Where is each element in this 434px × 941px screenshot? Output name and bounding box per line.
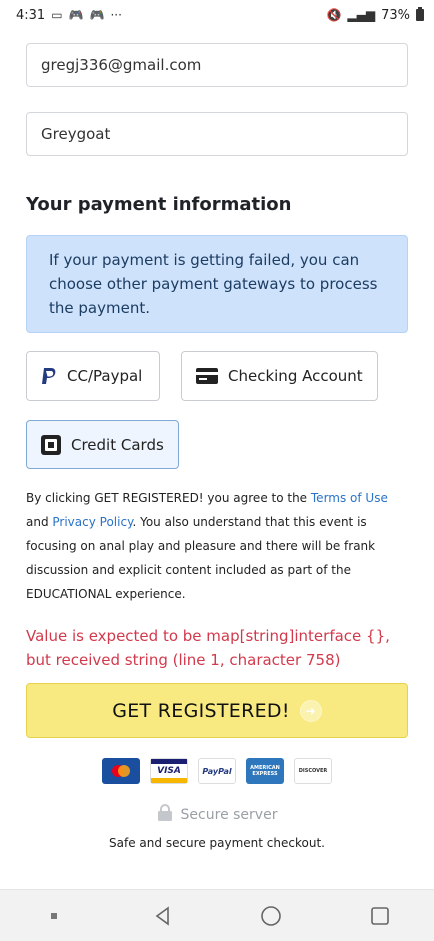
more-notifications-icon: ··· [110,8,122,22]
secure-server: Secure server [0,804,434,826]
terms-part1: By clicking GET REGISTERED! you agree to… [26,491,311,505]
status-bar-left: 4:31 ▭ 🎮 🎮 ··· [16,8,122,23]
payment-section-title: Your payment information [26,194,292,215]
privacy-policy-link[interactable]: Privacy Policy [52,515,132,529]
terms-part2: and [26,515,53,529]
visa-text: VISA [157,766,181,776]
paypal-icon [41,367,57,385]
status-bar: 4:31 ▭ 🎮 🎮 ··· 🔇 ▂▄▆ 73% [0,0,434,30]
system-navigation-bar [0,889,434,941]
email-field-value: gregj336@gmail.com [41,56,202,74]
mute-icon: 🔇 [326,8,342,22]
payment-option-checking[interactable]: Checking Account [181,351,378,401]
secure-server-label: Secure server [180,807,278,823]
recent-dot-icon[interactable] [34,896,74,936]
get-registered-label: GET REGISTERED! [112,699,290,722]
get-registered-button[interactable]: GET REGISTERED! ➜ [26,683,408,738]
accepted-cards: VISA PayPal AMERICAN EXPRESS DISCOVER [102,758,332,784]
home-icon[interactable] [251,896,291,936]
clock: 4:31 [16,7,46,23]
secure-checkout-text: Safe and secure payment checkout. [109,836,325,850]
message-icon: ▭ [51,8,63,22]
error-message: Value is expected to be map[string]inter… [26,627,390,669]
game-controller-icon: 🎮 [68,8,84,22]
bank-card-icon [196,368,218,384]
game-controller-icon-2: 🎮 [89,8,105,22]
mastercard-logo [102,758,140,784]
payment-option-label: Checking Account [228,367,363,385]
payment-notice-text: If your payment is getting failed, you c… [49,251,378,317]
payment-option-label: CC/Paypal [67,367,143,385]
name-field[interactable]: Greygoat [26,112,408,156]
overview-icon[interactable] [360,896,400,936]
discover-logo: DISCOVER [294,758,332,784]
amex-logo: AMERICAN EXPRESS [246,758,284,784]
email-field[interactable]: gregj336@gmail.com [26,43,408,87]
arrow-right-icon: ➜ [299,699,322,722]
payment-notice: If your payment is getting failed, you c… [26,235,408,333]
payment-option-credit-cards[interactable]: Credit Cards [26,420,179,469]
battery-percent: 73% [381,7,410,23]
square-icon [41,434,61,455]
name-field-value: Greygoat [41,125,111,143]
terms-text: By clicking GET REGISTERED! you agree to… [26,486,412,606]
battery-icon [416,7,424,21]
signal-icon: ▂▄▆ [347,8,376,22]
visa-logo: VISA [150,758,188,784]
back-icon[interactable] [143,896,183,936]
payment-option-paypal[interactable]: CC/Paypal [26,351,160,401]
lock-icon [157,804,173,826]
paypal-logo: PayPal [198,758,236,784]
terms-of-use-link[interactable]: Terms of Use [311,491,388,505]
status-bar-right: 🔇 ▂▄▆ 73% [326,7,424,23]
payment-option-label: Credit Cards [71,435,164,454]
